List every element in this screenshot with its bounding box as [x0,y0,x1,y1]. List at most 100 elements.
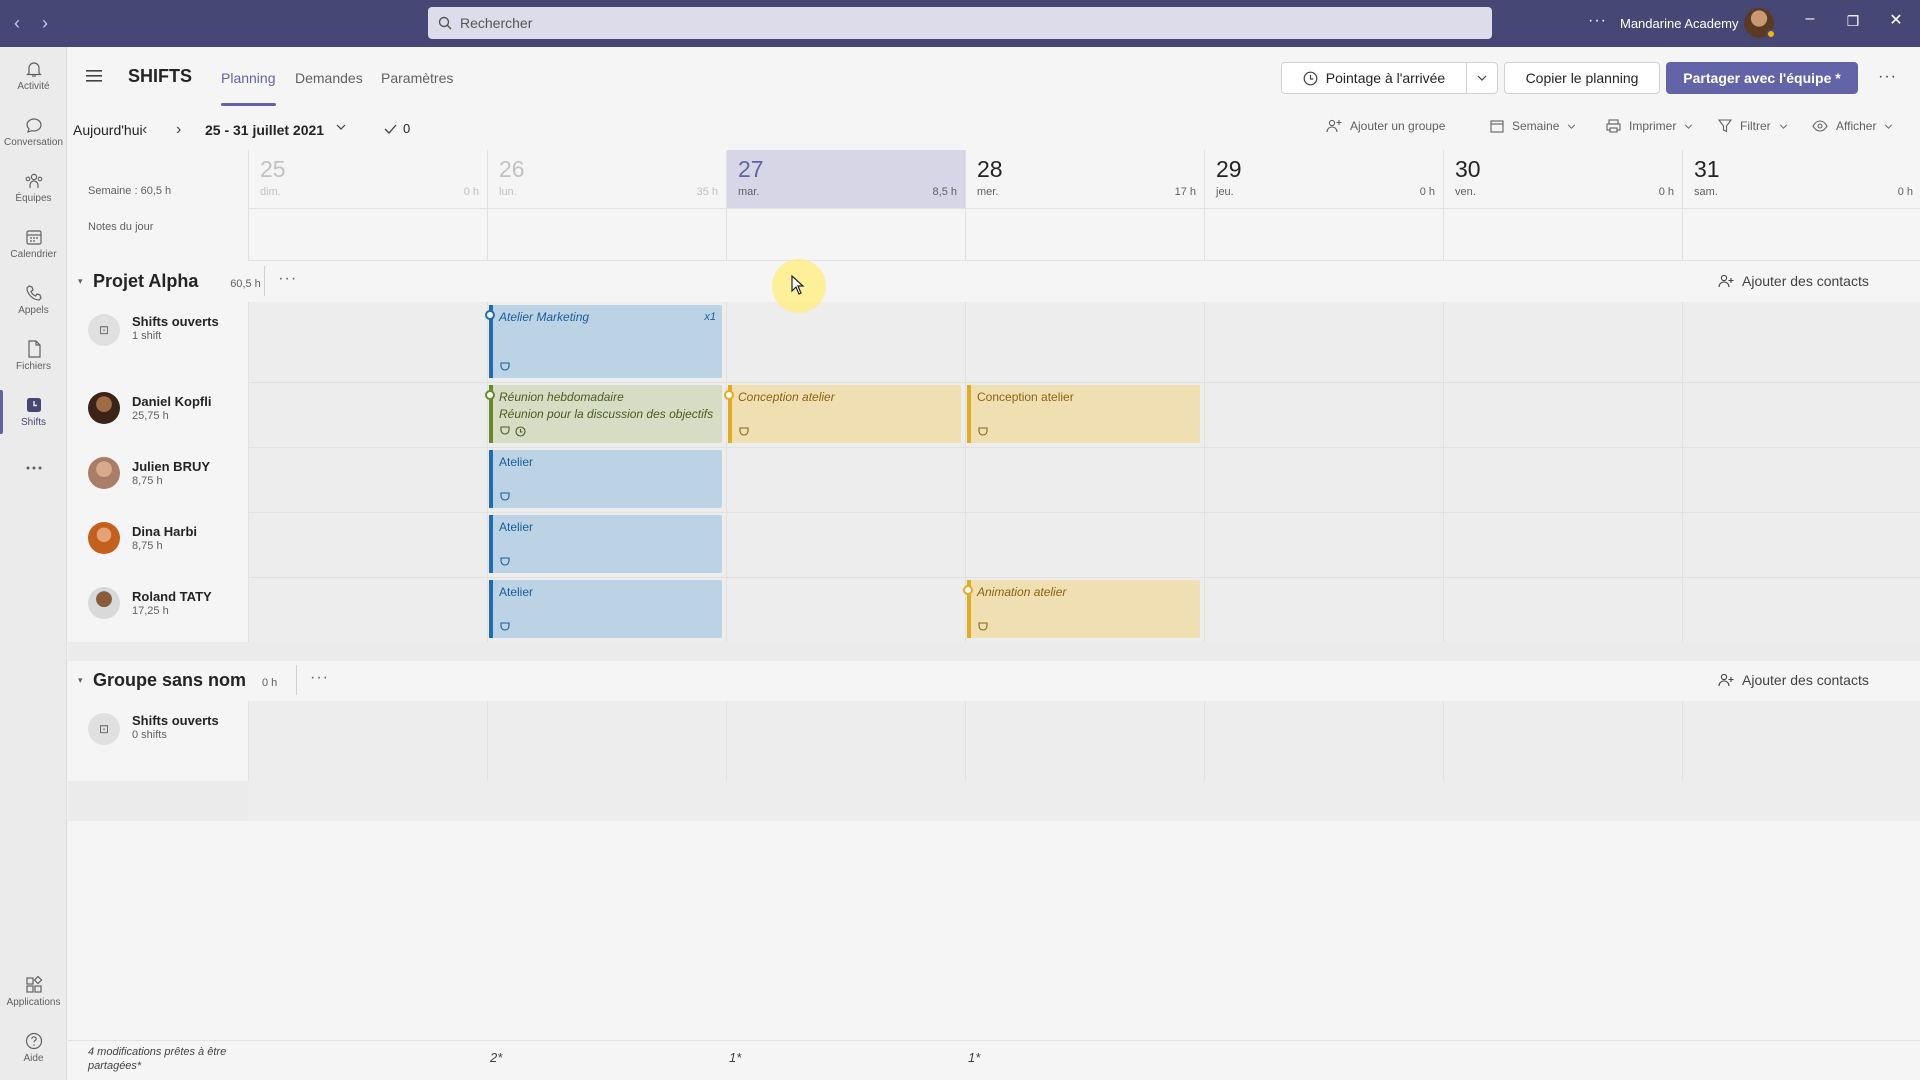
search-input[interactable]: Rechercher [428,7,1492,39]
day-note-cell[interactable] [1443,208,1682,260]
filter-button[interactable]: Filtrer [1718,119,1788,133]
view-selector[interactable]: Semaine [1490,119,1576,133]
rail-item-equipes[interactable]: Équipes [0,160,67,216]
tab-planning[interactable]: Planning [221,70,276,86]
print-button[interactable]: Imprimer [1606,119,1693,133]
group-title[interactable]: Projet Alpha [93,271,198,292]
tab-parametres[interactable]: Paramètres [381,70,453,86]
schedule-cell[interactable] [248,577,487,642]
schedule-cell[interactable] [248,302,487,382]
shift-card[interactable]: Atelier [489,580,722,638]
collapse-chevron-icon[interactable]: ▾ [78,675,83,686]
back-arrow-icon[interactable]: ‹ [14,13,20,34]
clock-in-dropdown[interactable] [1466,62,1498,94]
copy-schedule-button[interactable]: Copier le planning [1504,62,1660,94]
schedule-cell[interactable] [1204,701,1443,781]
schedule-cell[interactable] [1682,577,1920,642]
shift-card[interactable]: Atelier Marketing x1 [485,305,722,378]
collapse-chevron-icon[interactable]: ▾ [78,276,83,287]
schedule-cell[interactable] [1443,447,1682,512]
shift-card[interactable]: Conception atelier [967,385,1200,443]
schedule-cell[interactable] [1204,577,1443,642]
schedule-cell[interactable] [1204,302,1443,382]
schedule-cell[interactable] [248,512,487,577]
rail-item-appels[interactable]: Appels [0,272,67,328]
add-contacts-button[interactable]: Ajouter des contacts [1718,672,1869,688]
schedule-cell[interactable] [1682,701,1920,781]
open-shifts-title[interactable]: Shifts ouverts [132,314,219,329]
schedule-cell[interactable] [1204,382,1443,447]
rail-item-aide[interactable]: Aide [0,1020,67,1076]
rail-item-calendrier[interactable]: Calendrier [0,216,67,272]
open-shifts-title[interactable]: Shifts ouverts [132,713,219,728]
schedule-cell[interactable] [248,382,487,447]
avatar[interactable] [88,587,120,619]
schedule-cell[interactable] [248,701,487,781]
schedule-cell[interactable] [965,701,1204,781]
member-name[interactable]: Julien BRUY [132,459,210,474]
shift-card[interactable]: Animation atelier [963,580,1200,638]
rail-item-fichiers[interactable]: Fichiers [0,328,67,384]
day-note-cell[interactable] [1204,208,1443,260]
shift-card[interactable]: Atelier [489,515,722,573]
schedule-cell[interactable] [1443,382,1682,447]
rail-item-more[interactable] [0,440,67,496]
more-actions-icon[interactable]: ··· [1878,68,1897,86]
schedule-cell[interactable] [726,512,965,577]
rail-item-shifts[interactable]: Shifts [0,384,67,440]
org-name[interactable]: Mandarine Academy [1620,16,1739,31]
member-name[interactable]: Dina Harbi [132,524,197,539]
close-icon[interactable]: ✕ [1876,10,1916,30]
tab-demandes[interactable]: Demandes [295,70,363,86]
menu-icon[interactable] [86,70,102,82]
group-title[interactable]: Groupe sans nom [93,670,246,691]
schedule-cell[interactable] [1443,302,1682,382]
schedule-cell[interactable] [1682,302,1920,382]
add-group-button[interactable]: Ajouter un groupe [1326,119,1445,133]
member-name[interactable]: Roland TATY [132,589,212,604]
schedule-cell[interactable] [487,701,726,781]
avatar[interactable] [88,457,120,489]
schedule-cell[interactable] [726,577,965,642]
schedule-cell[interactable] [248,447,487,512]
day-note-cell[interactable] [965,208,1204,260]
schedule-cell[interactable] [726,302,965,382]
day-note-cell[interactable] [1682,208,1920,260]
schedule-cell[interactable] [1682,447,1920,512]
member-name[interactable]: Daniel Kopfli [132,394,211,409]
avatar[interactable] [88,522,120,554]
shift-card[interactable]: Atelier [489,450,722,508]
schedule-cell[interactable] [1204,447,1443,512]
next-week-icon[interactable]: › [176,121,181,139]
more-options-icon[interactable]: ··· [1588,12,1607,30]
rail-item-conversation[interactable]: Conversation [0,104,67,160]
schedule-cell[interactable] [965,512,1204,577]
schedule-cell[interactable] [1682,382,1920,447]
schedule-cell[interactable] [726,701,965,781]
schedule-cell[interactable] [965,302,1204,382]
show-button[interactable]: Afficher [1812,119,1893,133]
clock-in-button[interactable]: Pointage à l'arrivée [1281,62,1467,94]
avatar[interactable] [88,392,120,424]
add-contacts-button[interactable]: Ajouter des contacts [1718,273,1869,289]
shift-card[interactable]: Conception atelier [724,385,961,443]
date-range-picker[interactable]: 25 - 31 juillet 2021 [205,122,324,138]
rail-item-applications[interactable]: Applications [0,964,67,1020]
group-more-icon[interactable]: ··· [310,669,329,687]
schedule-cell[interactable] [1443,512,1682,577]
forward-arrow-icon[interactable]: › [42,13,48,34]
share-with-team-button[interactable]: Partager avec l'équipe * [1666,62,1858,94]
restore-icon[interactable]: ❐ [1833,13,1873,30]
rail-item-activite[interactable]: Activité [0,48,67,104]
day-note-cell[interactable] [248,208,487,260]
schedule-cell[interactable] [1443,701,1682,781]
group-more-icon[interactable]: ··· [278,270,297,288]
schedule-cell[interactable] [1443,577,1682,642]
schedule-cell[interactable] [1682,512,1920,577]
schedule-cell[interactable] [965,447,1204,512]
schedule-cell[interactable] [1204,512,1443,577]
day-note-cell[interactable] [726,208,965,260]
day-note-cell[interactable] [487,208,726,260]
shift-card[interactable]: Réunion hebdomadaire Réunion pour la disc… [485,385,722,443]
minimize-icon[interactable]: – [1790,10,1830,28]
